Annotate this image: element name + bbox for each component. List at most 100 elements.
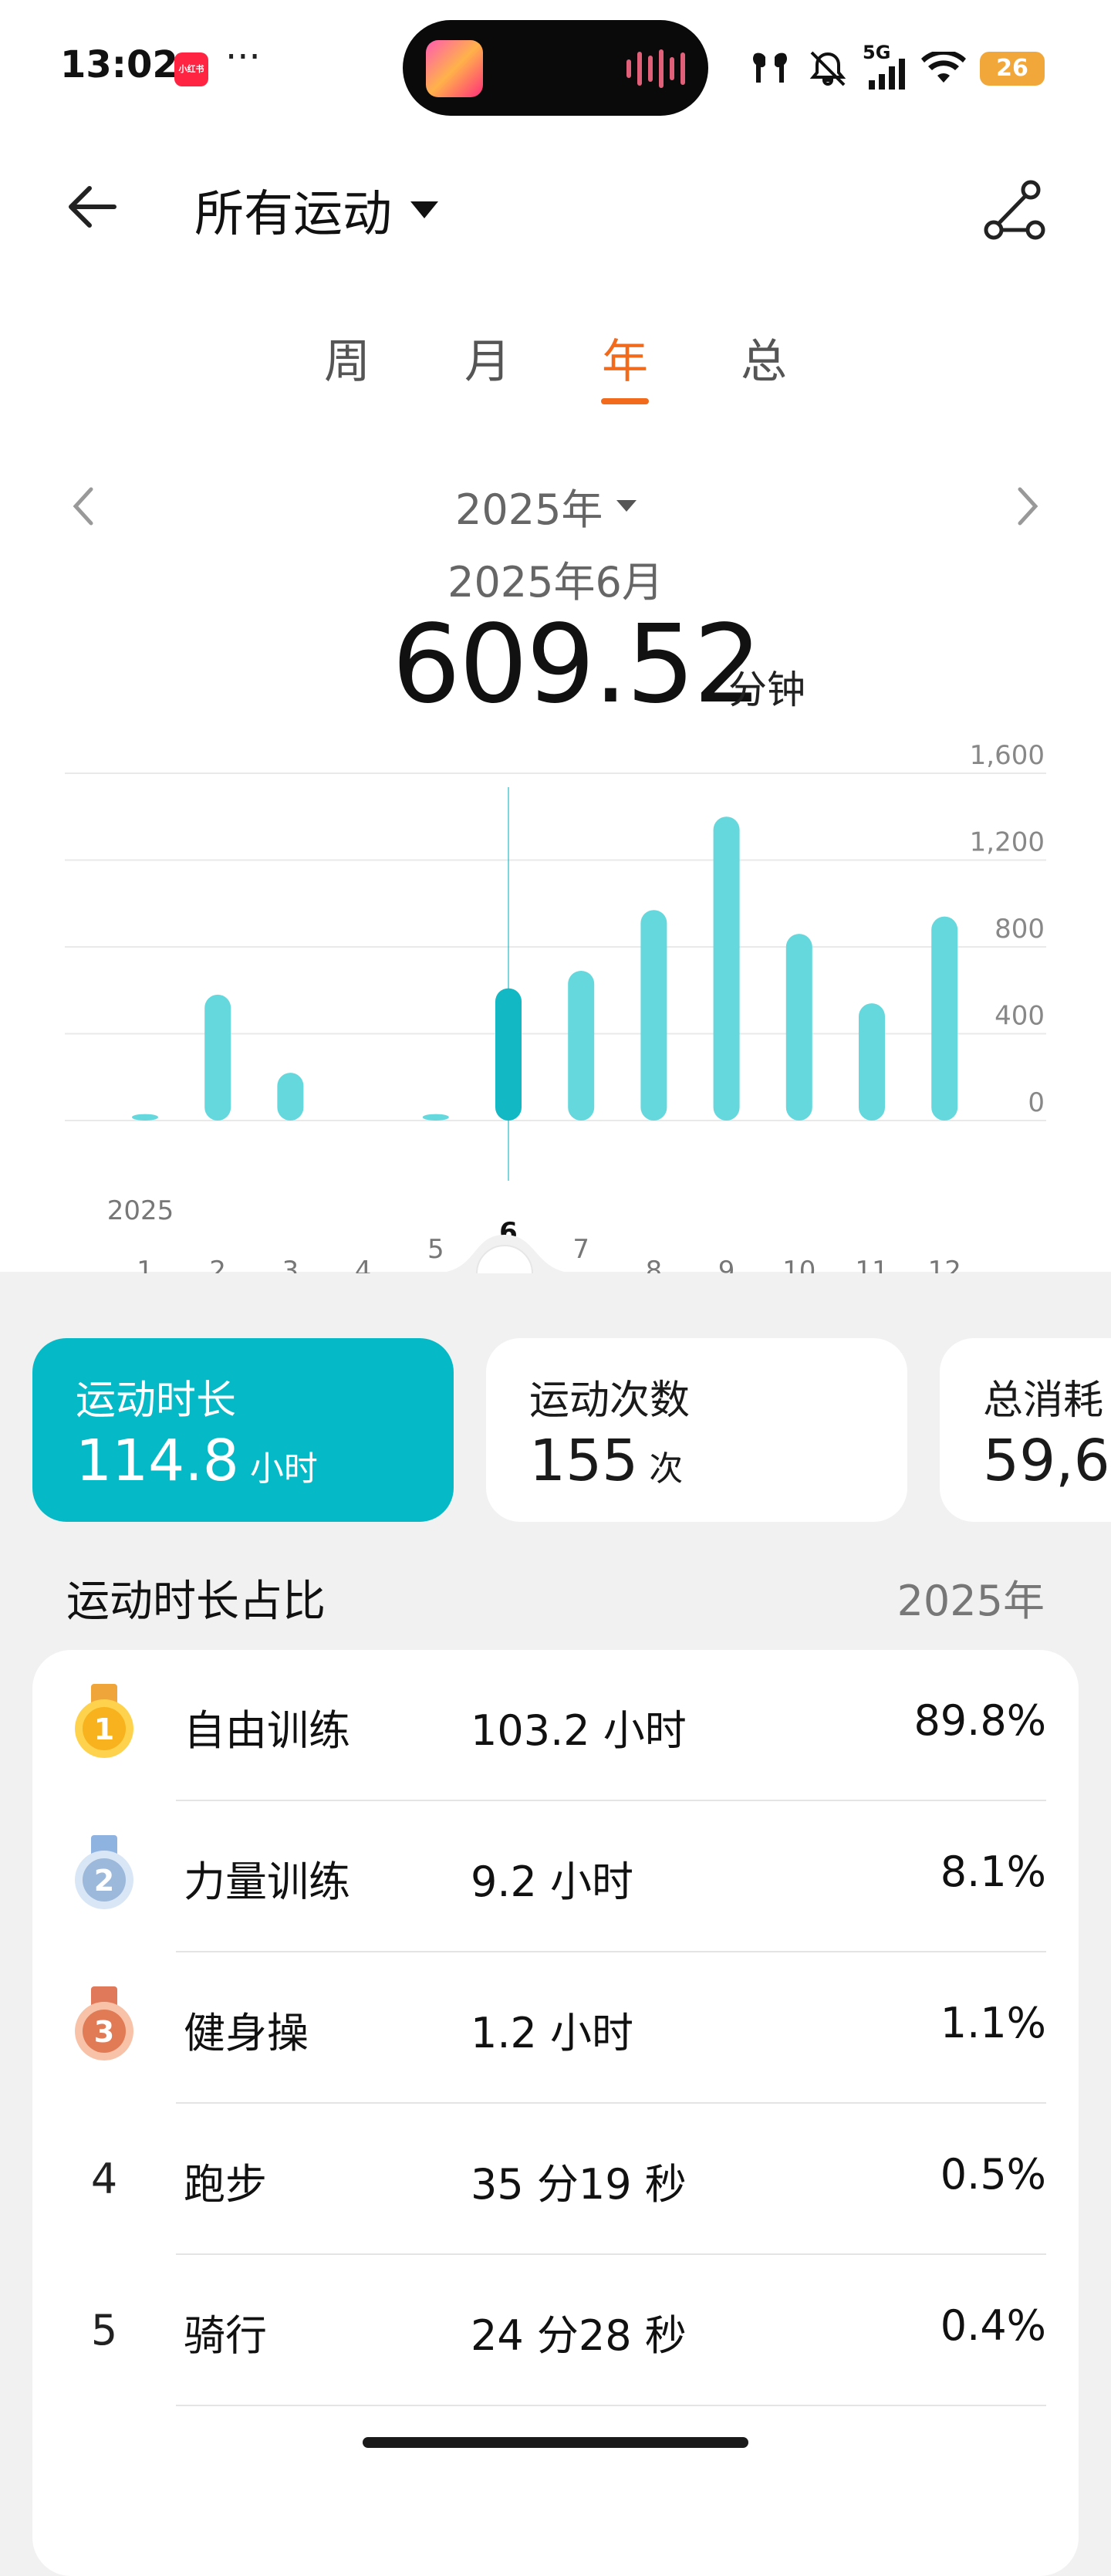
sport-duration: 24 分28 秒 [471,2311,687,2360]
sport-duration: 35 分19 秒 [471,2160,687,2209]
next-year-icon[interactable] [1011,485,1045,528]
sport-name: 骑行 [184,2311,267,2360]
status-time: 13:02 [60,43,178,86]
x-tick-label: 8 [646,1256,663,1273]
list-item[interactable]: 2 力量训练 9.2 小时 8.1% [32,1801,1079,1952]
chart-year-label: 2025 [107,1195,174,1226]
chart-bar[interactable] [785,934,812,1121]
card-duration-unit: 小时 [249,1449,318,1489]
dropdown-caret-icon [410,201,438,218]
gold-medal-icon: 1 [75,1684,133,1758]
x-tick-label: 11 [855,1256,888,1273]
y-tick-label: 800 [994,914,1045,945]
y-tick-label: 1,600 [970,740,1045,771]
chart-bar[interactable] [277,1073,304,1121]
card-calories-title: 总消耗 [983,1378,1104,1424]
chart-bar[interactable] [568,970,595,1121]
svg-text:3: 3 [94,2015,114,2049]
y-tick-label: 0 [1028,1087,1045,1118]
route-share-icon[interactable] [977,173,1051,247]
status-bar: 13:02 小红书 ··· 5G 26 [0,0,1111,139]
card-count[interactable]: 运动次数 155 次 [486,1338,907,1522]
dynamic-island[interactable] [403,20,708,116]
year-selector-label: 2025年 [455,485,603,534]
chart-bar[interactable] [132,1114,158,1121]
sport-percent: 0.4% [940,2301,1046,2350]
sport-percent: 8.1% [940,1847,1046,1896]
card-count-unit: 次 [649,1449,684,1489]
chart-bar[interactable] [422,1114,449,1121]
svg-text:1: 1 [94,1712,114,1746]
sport-type-selector[interactable]: 所有运动 [194,174,438,245]
chart-bar[interactable] [495,988,522,1121]
card-calories-value-line: 59,66 [983,1428,1111,1494]
card-duration-value: 114.8 [76,1428,239,1494]
chart-bar[interactable] [204,994,231,1121]
period-tabs: 周 月 年 总 [309,324,802,417]
chart-bar[interactable] [640,910,667,1121]
sport-name: 力量训练 [184,1858,350,1906]
tab-year[interactable]: 年 [586,324,664,391]
status-icons: 5G 26 [747,42,1045,94]
x-tick-label: 1 [137,1256,154,1273]
y-tick-label: 1,200 [970,827,1045,858]
x-tick-label: 3 [282,1256,299,1273]
list-item[interactable]: 3 健身操 1.2 小时 1.1% [32,1952,1079,2104]
sport-duration: 1.2 小时 [471,2009,634,2057]
card-duration-title: 运动时长 [76,1378,237,1424]
sport-percent: 1.1% [940,1999,1046,2047]
x-tick-label: 2 [209,1256,226,1273]
card-count-value-line: 155 次 [529,1428,683,1494]
tab-month[interactable]: 月 [449,324,526,391]
x-tick-label: 10 [782,1256,816,1273]
wifi-icon [921,52,966,83]
x-tick-label: 5 [427,1234,444,1265]
home-indicator[interactable] [363,2437,748,2448]
signal-icon: 5G [863,42,907,90]
album-art-icon [426,40,483,97]
selected-month-label: 2025年6月 [447,558,664,607]
rank-number: 5 [90,2306,118,2355]
previous-year-icon[interactable] [66,485,100,528]
sport-name: 跑步 [184,2160,267,2209]
chart-bar[interactable] [931,916,958,1121]
bronze-medal-icon: 3 [75,1986,133,2060]
proportion-title: 运动时长占比 [66,1577,326,1627]
tab-total[interactable]: 总 [725,324,802,391]
card-duration[interactable]: 运动时长 114.8 小时 [32,1338,454,1522]
back-arrow-icon[interactable] [63,176,125,238]
active-tab-underline [601,398,649,404]
year-selector[interactable]: 2025年 [455,475,637,536]
sport-percent: 89.8% [913,1696,1046,1745]
card-duration-value-line: 114.8 小时 [76,1428,318,1494]
xiaohongshu-notification-icon: 小红书 [174,52,208,86]
rank-number: 4 [90,2155,118,2203]
list-item[interactable]: 1 自由训练 103.2 小时 89.8% [32,1650,1079,1801]
card-calories[interactable]: 总消耗 59,66 [940,1338,1111,1522]
stat-cards: 运动时长 114.8小时 运动次数 155次 总消耗 59,66 [32,1338,1111,1522]
list-item[interactable]: 4 跑步 35 分19 秒 0.5% [32,2104,1079,2255]
chart-bar[interactable] [713,816,740,1121]
x-tick-label: 4 [355,1256,372,1273]
audio-wave-icon [626,49,685,88]
x-tick-label: 12 [928,1256,961,1273]
list-item[interactable]: 5 骑行 24 分28 秒 0.4% [32,2255,1079,2406]
silver-medal-icon: 2 [75,1835,133,1909]
page-title: 所有运动 [194,186,392,243]
card-count-title: 运动次数 [529,1378,691,1424]
y-tick-label: 400 [994,1001,1045,1032]
more-notifications-icon: ··· [225,35,261,79]
tab-week[interactable]: 周 [309,324,386,391]
battery-indicator: 26 [980,52,1045,86]
sport-duration: 9.2 小时 [471,1858,634,1906]
selected-value-unit: 分钟 [728,668,805,712]
row-divider [176,2405,1046,2406]
sport-name: 健身操 [184,2009,309,2057]
sport-name: 自由训练 [184,1706,350,1755]
chart-bar[interactable] [859,1003,885,1121]
monthly-duration-chart[interactable]: 1,6001,20080040001 2 3 45678 9 10 11 122025 [0,733,1111,1273]
selected-value: 609.52 [392,602,762,728]
card-count-value: 155 [529,1428,639,1494]
earbuds-icon [753,52,787,83]
svg-text:2: 2 [94,1864,114,1898]
